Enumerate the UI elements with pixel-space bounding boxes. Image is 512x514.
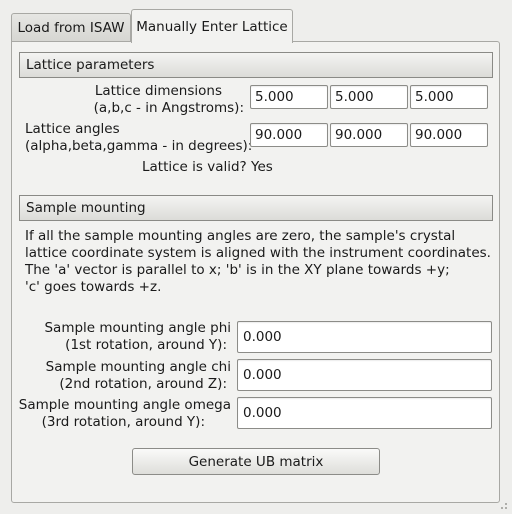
tab-manually-enter-lattice[interactable]: Manually Enter Lattice xyxy=(131,9,293,43)
lattice-gamma-field[interactable] xyxy=(410,123,488,147)
phi-label: Sample mounting angle phi (1st rotation,… xyxy=(44,320,231,354)
omega-label: Sample mounting angle omega (3rd rotatio… xyxy=(19,397,231,431)
section-title: Lattice parameters xyxy=(26,57,155,73)
label-line: (3rd rotation, around Y): xyxy=(41,414,205,430)
lattice-angles-label: Lattice angles (alpha,beta,gamma - in de… xyxy=(25,121,252,155)
description-line: lattice coordinate system is aligned wit… xyxy=(25,245,491,261)
label-line: Sample mounting angle chi xyxy=(45,359,231,375)
tab-label: Manually Enter Lattice xyxy=(136,18,288,35)
label-line: (1st rotation, around Y): xyxy=(65,337,227,353)
description-line: If all the sample mounting angles are ze… xyxy=(25,228,456,244)
chi-label: Sample mounting angle chi (2nd rotation,… xyxy=(46,359,231,393)
label-line: Sample mounting angle omega xyxy=(18,397,231,413)
label-line: (2nd rotation, around Z): xyxy=(59,376,227,392)
description-line: The 'a' vector is parallel to x; 'b' is … xyxy=(25,262,450,278)
lattice-a-field[interactable] xyxy=(250,85,328,109)
phi-field[interactable] xyxy=(237,321,492,353)
button-label: Generate UB matrix xyxy=(188,453,324,470)
label-line: (alpha,beta,gamma - in degrees): xyxy=(25,138,253,154)
lattice-b-field[interactable] xyxy=(330,85,408,109)
chi-field[interactable] xyxy=(237,359,492,391)
sample-mounting-description: If all the sample mounting angles are ze… xyxy=(25,228,495,296)
omega-field[interactable] xyxy=(237,397,492,429)
lattice-valid-label: Lattice is valid? xyxy=(142,159,247,175)
tab-label: Load from ISAW xyxy=(17,19,125,36)
lattice-valid-value: Yes xyxy=(251,159,273,175)
sample-mounting-header: Sample mounting xyxy=(19,195,493,221)
label-line: Lattice dimensions xyxy=(94,83,222,99)
lattice-parameters-header: Lattice parameters xyxy=(19,52,493,78)
label-line: Sample mounting angle phi xyxy=(44,320,231,336)
label-line: (a,b,c - in Angstroms): xyxy=(93,100,244,116)
section-title: Sample mounting xyxy=(26,200,146,216)
description-line: 'c' goes towards +z. xyxy=(25,279,162,295)
generate-ub-matrix-button[interactable]: Generate UB matrix xyxy=(132,448,380,475)
lattice-dimensions-label: Lattice dimensions (a,b,c - in Angstroms… xyxy=(94,83,244,117)
label-line: Lattice angles xyxy=(25,121,120,137)
tab-load-from-isaw[interactable]: Load from ISAW xyxy=(11,13,131,41)
resize-grip-icon[interactable] xyxy=(498,500,508,510)
lattice-valid-row: Lattice is valid? Yes xyxy=(142,159,273,176)
lattice-c-field[interactable] xyxy=(410,85,488,109)
lattice-alpha-field[interactable] xyxy=(250,123,328,147)
lattice-beta-field[interactable] xyxy=(330,123,408,147)
